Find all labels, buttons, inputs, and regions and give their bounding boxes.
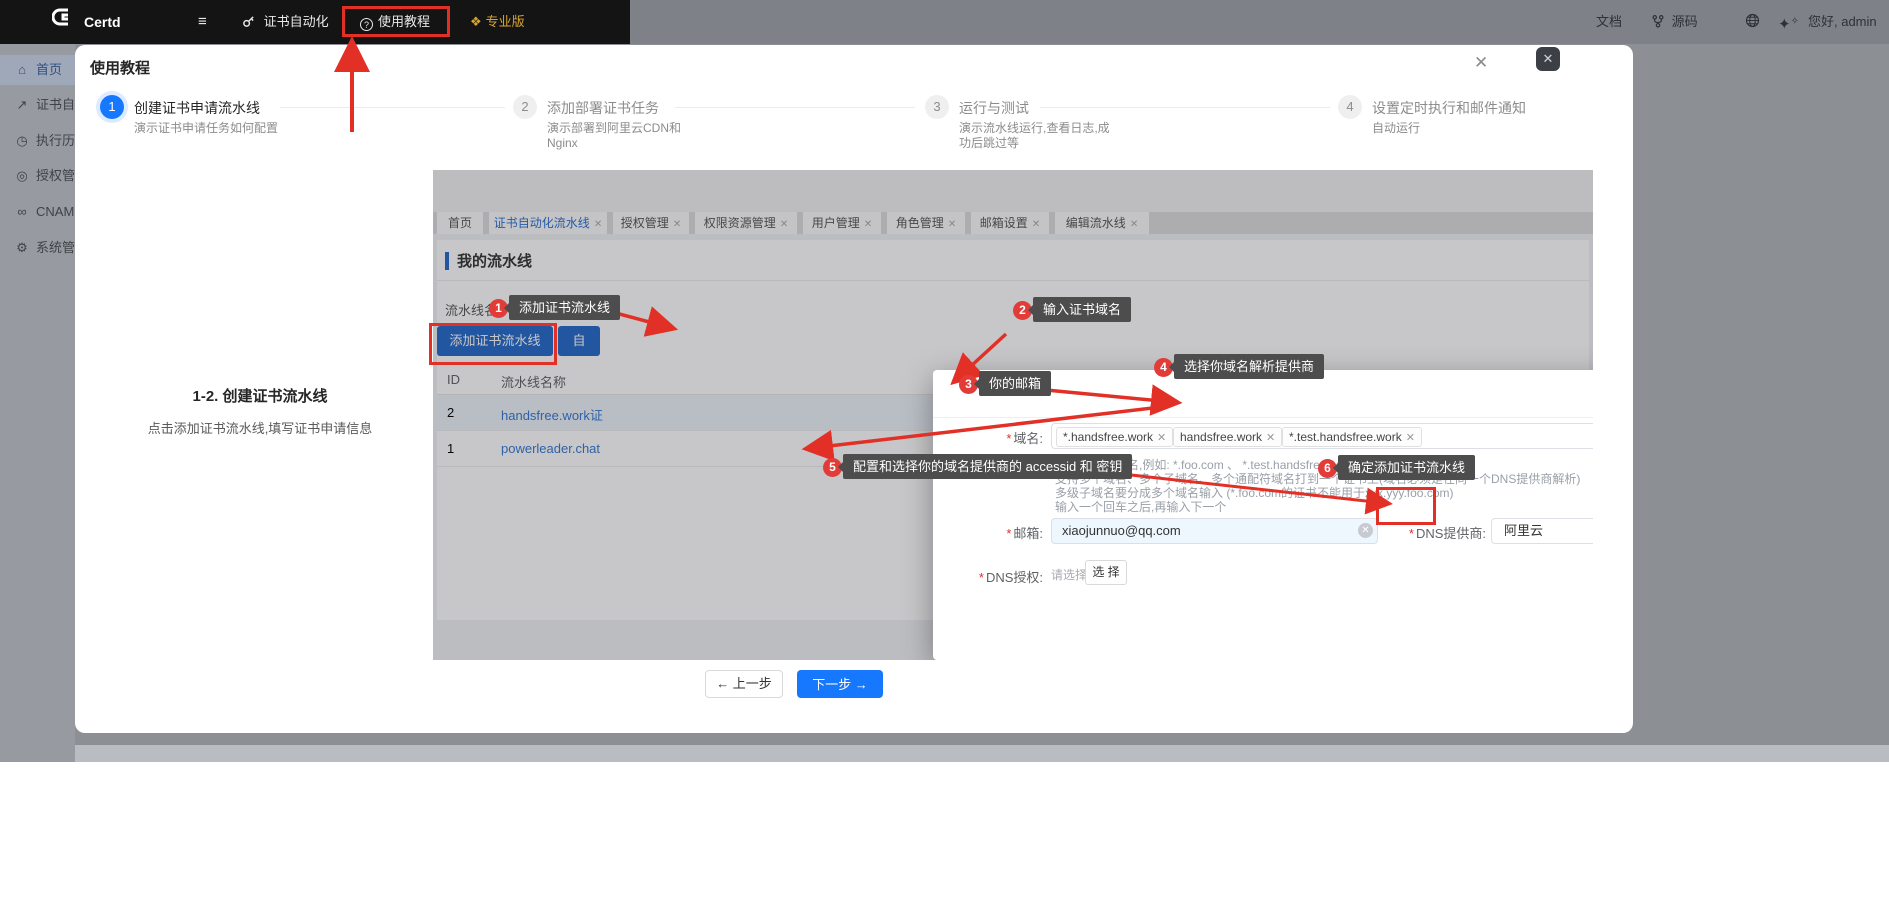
step-1-title: 创建证书申请流水线 — [134, 98, 260, 118]
sidebar-item-cname[interactable]: ∞ CNAME — [0, 197, 75, 227]
gear-icon: ⚙ — [14, 233, 30, 263]
domain-tag-text: *.handsfree.work — [1063, 430, 1153, 444]
tag-remove-icon[interactable]: ✕ — [1266, 432, 1275, 444]
clear-input-icon[interactable]: ✕ — [1358, 523, 1373, 538]
sidebar-item-label: 证书自 — [36, 90, 75, 120]
required-mark: * — [1409, 526, 1414, 541]
nav-pro-label: 专业版 — [486, 14, 525, 29]
globe-icon[interactable] — [1745, 0, 1760, 44]
sidebar-item-cert[interactable]: ↗ 证书自 — [0, 90, 75, 120]
modal-title: 使用教程 — [90, 57, 150, 78]
required-mark: * — [1006, 526, 1011, 541]
step-2-desc: 演示部署到阿里云CDN和Nginx — [547, 121, 699, 151]
prev-step-button[interactable]: ← 上一步 — [705, 670, 783, 698]
dns-provider-label: *DNS提供商: — [1381, 523, 1486, 542]
step-2-circle: 2 — [513, 95, 537, 119]
git-fork-icon — [1652, 15, 1664, 28]
step-1-desc: 演示证书申请任务如何配置 — [134, 121, 286, 136]
choose-button[interactable]: 选 择 — [1085, 560, 1127, 585]
certd-logo[interactable] — [52, 0, 74, 44]
key-icon — [242, 15, 255, 28]
sidebar-item-label: 执行历 — [36, 126, 75, 156]
sidebar-item-history[interactable]: ◷ 执行历 — [0, 126, 75, 156]
annotation-tip-1: 添加证书流水线 — [509, 295, 620, 320]
collapse-menu-icon[interactable]: ≡ — [198, 0, 207, 44]
step-3-desc: 演示流水线运行,查看日志,成功后跳过等 — [959, 121, 1111, 151]
domain-tag[interactable]: handsfree.work ✕ — [1173, 427, 1282, 447]
domain-tag-text: *.test.handsfree.work — [1289, 430, 1402, 444]
highlight-box-confirm — [1376, 487, 1436, 525]
step-connector — [675, 107, 915, 108]
divider — [933, 417, 1593, 418]
brand-name[interactable]: Certd — [84, 0, 121, 44]
dns-auth-placeholder: 请选择 — [1051, 566, 1087, 583]
floating-close-icon[interactable]: ✕ — [1536, 47, 1560, 71]
sidebar-item-system[interactable]: ⚙ 系统管 — [0, 233, 75, 263]
step-2-title: 添加部署证书任务 — [547, 98, 659, 118]
nav-cert-label: 证书自动化 — [264, 14, 329, 29]
tutorial-step-heading: 1-2. 创建证书流水线 — [90, 385, 430, 406]
annotation-tip-6: 确定添加证书流水线 — [1338, 455, 1475, 480]
sidebar-item-label: 授权管 — [36, 161, 75, 191]
navbar-dimmed-area: 文档 源码 ✦✧ 您好, admin — [630, 0, 1889, 44]
link-icon: ∞ — [14, 197, 30, 227]
sidebar-item-home[interactable]: ⌂ 首页 — [0, 55, 75, 85]
app-screenshot: 首页 证书自动化流水线✕ 授权管理✕ 权限资源管理✕ 用户管理✕ 角色管理✕ 邮… — [433, 170, 1593, 660]
trend-icon: ↗ — [14, 90, 30, 120]
annotation-tip-3: 你的邮箱 — [979, 371, 1051, 396]
dns-provider-select[interactable]: 阿里云 — [1491, 518, 1593, 544]
sidebar-item-label: 系统管 — [36, 233, 75, 263]
step-connector — [1040, 107, 1330, 108]
nav-source-label: 源码 — [1672, 14, 1698, 29]
nav-source[interactable]: 源码 — [1652, 0, 1698, 44]
required-mark: * — [1006, 431, 1011, 446]
brand-c-icon — [52, 6, 74, 28]
tag-remove-icon[interactable]: ✕ — [1406, 432, 1415, 444]
sidebar: ⌂ 首页 ↗ 证书自 ◷ 执行历 ◎ 授权管 ∞ CNAME ⚙ 系统管 — [0, 44, 75, 762]
step-4-desc: 自动运行 — [1372, 121, 1524, 136]
tutorial-left-text: 1-2. 创建证书流水线 点击添加证书流水线,填写证书申请信息 — [90, 385, 430, 437]
domain-tag[interactable]: *.test.handsfree.work ✕ — [1282, 427, 1422, 447]
nav-cert-automation[interactable]: 证书自动化 — [242, 0, 329, 44]
sparkles-icon[interactable]: ✦✧ — [1778, 0, 1799, 44]
highlight-box-add-button — [429, 323, 557, 365]
tutorial-step-description: 点击添加证书流水线,填写证书申请信息 — [90, 418, 430, 437]
page-footer-band — [0, 745, 1889, 762]
tutorial-modal: 使用教程 ✕ 1 创建证书申请流水线 演示证书申请任务如何配置 2 添加部署证书… — [75, 45, 1633, 733]
tag-remove-icon[interactable]: ✕ — [1157, 432, 1166, 444]
step-connector — [280, 107, 505, 108]
domain-tag[interactable]: *.handsfree.work ✕ — [1056, 427, 1173, 447]
next-step-button[interactable]: 下一步 → — [797, 670, 883, 698]
domain-label: *域名: — [945, 428, 1043, 447]
nav-docs[interactable]: 文档 — [1596, 0, 1622, 44]
annotation-tip-5: 配置和选择你的域名提供商的 accessid 和 密钥 — [843, 454, 1132, 479]
badge-icon: ❖ — [470, 14, 482, 29]
email-input[interactable]: xiaojunnuo@qq.com — [1051, 518, 1378, 544]
home-icon: ⌂ — [14, 55, 30, 85]
clock-icon: ◷ — [14, 126, 30, 156]
domain-tag-text: handsfree.work — [1180, 430, 1262, 444]
required-mark: * — [979, 570, 984, 585]
user-greeting[interactable]: 您好, admin — [1808, 0, 1877, 44]
step-3-title: 运行与测试 — [959, 98, 1029, 118]
sidebar-item-label: 首页 — [36, 55, 62, 85]
sidebar-item-label: CNAME — [36, 197, 75, 227]
nav-pro-version[interactable]: ❖ 专业版 — [470, 0, 525, 44]
annotation-tip-2: 输入证书域名 — [1033, 297, 1131, 322]
sidebar-item-auth[interactable]: ◎ 授权管 — [0, 161, 75, 191]
email-label: *邮箱: — [945, 523, 1043, 542]
domain-tags-input[interactable]: *.handsfree.work ✕ handsfree.work ✕ *.test… — [1051, 423, 1593, 449]
domain-help-line: 输入一个回车之后,再输入下一个 — [1055, 498, 1226, 515]
modal-close-icon[interactable]: ✕ — [1474, 53, 1488, 73]
step-1-circle: 1 — [100, 95, 124, 119]
add-pipeline-dialog: ✕ *域名: *.handsfree.work ✕ handsfree.work ✕… — [933, 370, 1593, 660]
highlight-box-tutorial — [342, 6, 450, 37]
step-4-title: 设置定时执行和邮件通知 — [1372, 98, 1526, 118]
step-3-circle: 3 — [925, 95, 949, 119]
annotation-tip-4: 选择你域名解析提供商 — [1174, 354, 1324, 379]
target-icon: ◎ — [14, 161, 30, 191]
dns-auth-label: *DNS授权: — [945, 567, 1043, 586]
step-4-circle: 4 — [1338, 95, 1362, 119]
